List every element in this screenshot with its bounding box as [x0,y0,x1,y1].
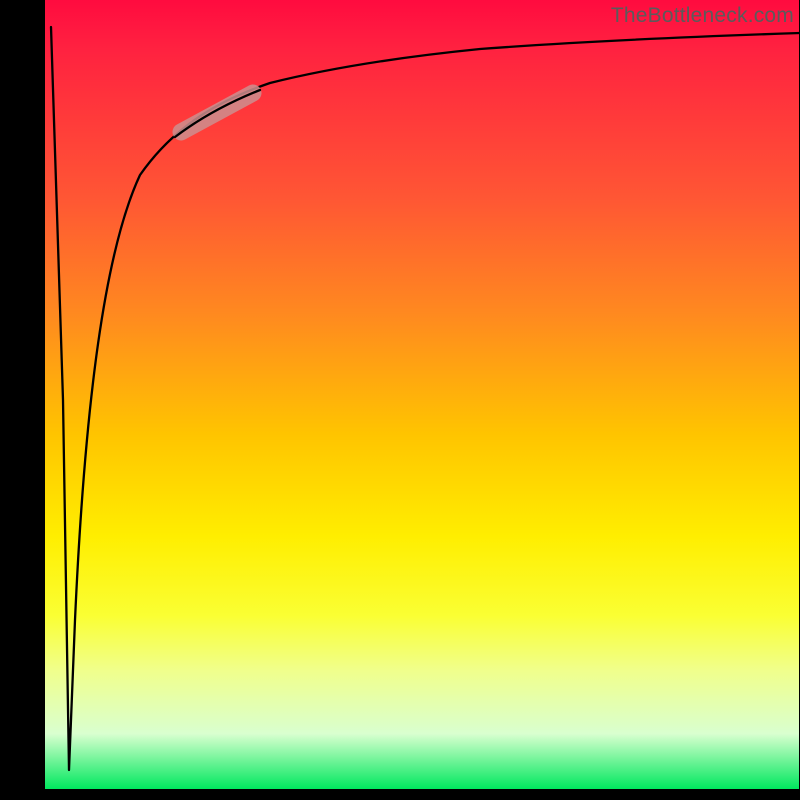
frame-left [0,0,45,800]
chart-stage: TheBottleneck.com [0,0,800,800]
gradient-plot-area [45,0,799,789]
watermark-text: TheBottleneck.com [611,4,794,28]
frame-bottom [0,789,800,800]
